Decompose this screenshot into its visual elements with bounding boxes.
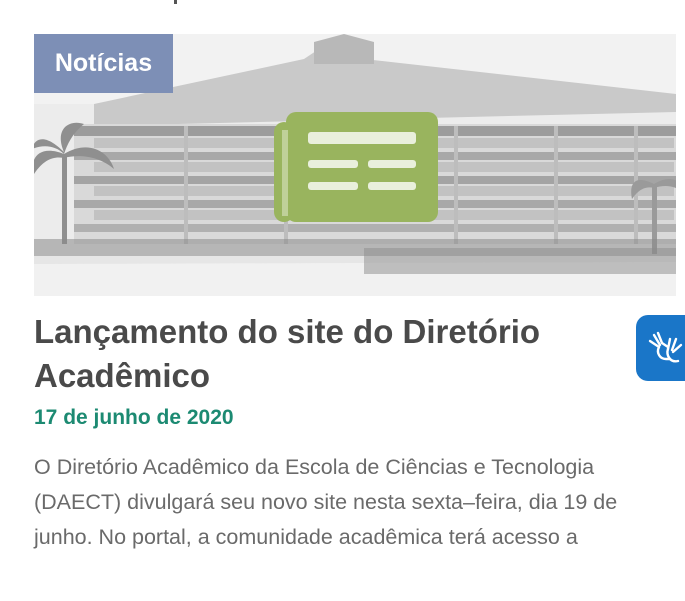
category-tag[interactable]: Notícias xyxy=(34,34,173,93)
news-excerpt: O Diretório Acadêmico da Escola de Ciênc… xyxy=(34,455,618,549)
accessibility-sign-language-button[interactable] xyxy=(636,315,685,381)
news-date: 17 de junho de 2020 xyxy=(34,406,234,429)
news-title-link[interactable]: Lançamento do site do Diretório Acadêmic… xyxy=(34,310,624,398)
news-thumbnail[interactable]: Notícias xyxy=(34,34,676,296)
previous-item-fragment xyxy=(160,0,360,6)
sign-language-hands-icon xyxy=(648,331,683,363)
page: Notícias Lançamento do site do Diretório… xyxy=(0,0,685,601)
newspaper-icon xyxy=(274,112,438,222)
